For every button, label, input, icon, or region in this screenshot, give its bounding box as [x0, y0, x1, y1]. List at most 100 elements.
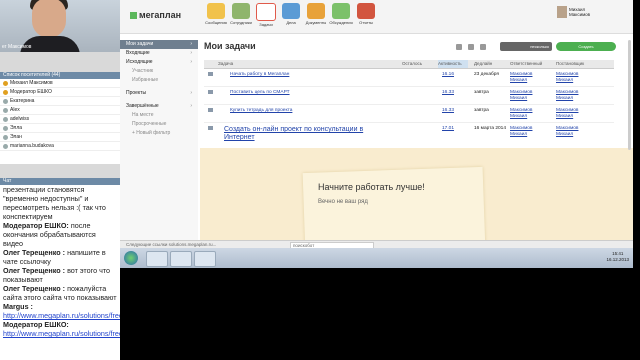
table-row[interactable]: Поставить цель по СМАРТ 16.33 завтра Максим…: [204, 87, 614, 105]
table-header: Задача Осталось Активность Дедлайн Ответ…: [204, 60, 614, 69]
settings-icon[interactable]: [480, 44, 486, 50]
promo-subtitle: Вечно не ваш ряд: [318, 199, 368, 205]
table-row[interactable]: Начать работу в Мегаплан 16.16 23 декабря М…: [204, 69, 614, 87]
view-toggle[interactable]: несколько: [500, 42, 552, 51]
nav-5[interactable]: Обсуждения: [329, 3, 353, 25]
windows-taskbar: 15:41 16.12.2013: [120, 248, 633, 268]
visitor-item[interactable]: Элан: [0, 133, 120, 142]
task-responsible[interactable]: МаксимовМихаил: [510, 72, 532, 84]
user-icon: [3, 89, 8, 95]
author-last: Максимов: [556, 126, 579, 131]
system-clock[interactable]: 15:41 16.12.2013: [606, 251, 629, 263]
task-responsible[interactable]: МаксимовМихаил: [510, 108, 532, 120]
sidebar-item-label: Исходящие: [126, 59, 153, 65]
col-author[interactable]: Постановщик: [556, 60, 584, 68]
nav-3[interactable]: Дела: [279, 3, 303, 25]
chat-link[interactable]: http://www.megaplan.ru/solutions/free/: [3, 311, 120, 320]
sidebar-item-label: Участник: [132, 68, 154, 74]
nav-1[interactable]: Сотрудники: [229, 3, 253, 25]
logo-text: мегаплан: [139, 10, 182, 20]
responsible-first: Михаил: [510, 132, 528, 137]
table-row[interactable]: Купить тетрадь для проекта 16.33 завтра Мак…: [204, 105, 614, 123]
taskbar-app-window[interactable]: [194, 251, 216, 267]
task-responsible[interactable]: МаксимовМихаил: [510, 90, 532, 102]
filter-icon[interactable]: [468, 44, 474, 50]
logo-icon: [130, 12, 137, 19]
chat-link[interactable]: http://www.megaplan.ru/solutions/free/: [3, 329, 120, 338]
task-title[interactable]: Создать он-лайн проект по консультации в…: [224, 126, 394, 142]
sidebar-item[interactable]: Избранные: [120, 76, 198, 85]
visitor-item[interactable]: Михаил Максимов: [0, 79, 120, 88]
visitor-name: marianna.budakova: [10, 143, 54, 149]
task-activity[interactable]: 16.16: [442, 72, 454, 78]
taskbar-app-explorer[interactable]: [170, 251, 192, 267]
chat-message: презентации становятся "временно недосту…: [0, 185, 120, 221]
task-title[interactable]: Поставить цель по СМАРТ: [230, 90, 400, 96]
col-responsible[interactable]: Ответственный: [510, 60, 542, 68]
create-task-button[interactable]: Создать: [556, 42, 616, 51]
sidebar-item[interactable]: Просроченные: [120, 120, 198, 129]
visitor-item[interactable]: Екатерина: [0, 97, 120, 106]
col-remaining[interactable]: Осталось: [402, 60, 422, 68]
visitor-item[interactable]: marianna.budakova: [0, 142, 120, 151]
visitor-item[interactable]: Alex: [0, 106, 120, 115]
visitor-name: Михаил Максимов: [10, 80, 53, 86]
sidebar-item[interactable]: Участник: [120, 67, 198, 76]
task-activity[interactable]: 17.01: [442, 126, 454, 132]
app-logo[interactable]: мегаплан: [130, 10, 181, 20]
sidebar-item-label: Мои задачи: [126, 41, 154, 47]
task-responsible[interactable]: МаксимовМихаил: [510, 126, 532, 138]
author-last: Максимов: [556, 108, 579, 113]
sidebar-item[interactable]: На месте: [120, 111, 198, 120]
sidebar-item-label: Избранные: [132, 77, 159, 83]
sidebar-item[interactable]: Входящие ›: [120, 49, 198, 58]
sidebar-item[interactable]: Исходящие ›: [120, 58, 198, 67]
scrollbar[interactable]: [628, 40, 631, 150]
taskbar-app-browser[interactable]: [146, 251, 168, 267]
task-author[interactable]: МаксимовМихаил: [556, 72, 578, 84]
task-author[interactable]: МаксимовМихаил: [556, 126, 578, 138]
task-title[interactable]: Начать работу в Мегаплан: [230, 72, 400, 78]
task-author[interactable]: МаксимовМихаил: [556, 90, 578, 102]
visitors-title: Список посетителей (44): [0, 72, 120, 79]
sidebar-item-label: + Новый фильтр: [132, 130, 171, 136]
col-deadline[interactable]: Дедлайн: [474, 60, 492, 68]
user-menu[interactable]: Михаил Максимов: [557, 6, 590, 18]
sidebar-item[interactable]: Завершённые ›: [120, 102, 198, 111]
col-task[interactable]: Задача: [218, 60, 233, 68]
task-title[interactable]: Купить тетрадь для проекта: [230, 108, 400, 114]
visitor-item[interactable]: adelwiss: [0, 115, 120, 124]
chevron-right-icon: ›: [190, 90, 192, 96]
nav-4[interactable]: Документы: [304, 3, 328, 25]
chat-message: Олег Терещенко : пожалуйста сайта этого …: [0, 284, 120, 302]
print-icon[interactable]: [456, 44, 462, 50]
visitor-name: adelwiss: [10, 116, 30, 122]
nav-icon: [232, 3, 250, 19]
visitor-item[interactable]: Элла: [0, 124, 120, 133]
visitors-list[interactable]: Михаил Максимов Модератор ЕШКО Екатерина Al…: [0, 79, 120, 164]
task-deadline: завтра: [474, 108, 489, 113]
sidebar-item-label: Проекты: [126, 90, 147, 96]
task-author[interactable]: МаксимовМихаил: [556, 108, 578, 120]
sidebar-item[interactable]: Мои задачи ›: [120, 40, 198, 49]
sidebar-item[interactable]: Проекты ›: [120, 89, 198, 98]
nav-6[interactable]: Отчеты: [354, 3, 378, 25]
nav-icon: [332, 3, 350, 19]
task-deadline: 16 марта 2014: [474, 126, 507, 131]
nav-0[interactable]: Сообщения: [204, 3, 228, 25]
start-button[interactable]: [124, 251, 138, 265]
chat-log[interactable]: презентации становятся "временно недосту…: [0, 185, 120, 360]
webcam-video: ег Максимов: [0, 0, 120, 52]
presenter-name: ег Максимов: [2, 44, 32, 50]
responsible-first: Михаил: [510, 96, 528, 101]
nav-label: Обсуждения: [329, 20, 353, 25]
chevron-right-icon: ›: [190, 103, 192, 109]
table-row[interactable]: Создать он-лайн проект по консультации в…: [204, 123, 614, 150]
task-activity[interactable]: 16.33: [442, 90, 454, 96]
col-activity[interactable]: Активность: [438, 60, 468, 68]
task-icon: [208, 72, 213, 76]
task-activity[interactable]: 16.33: [442, 108, 454, 114]
nav-2[interactable]: Задачи: [254, 3, 278, 27]
sidebar-item[interactable]: + Новый фильтр: [120, 129, 198, 138]
visitor-item[interactable]: Модератор ЕШКО: [0, 88, 120, 97]
